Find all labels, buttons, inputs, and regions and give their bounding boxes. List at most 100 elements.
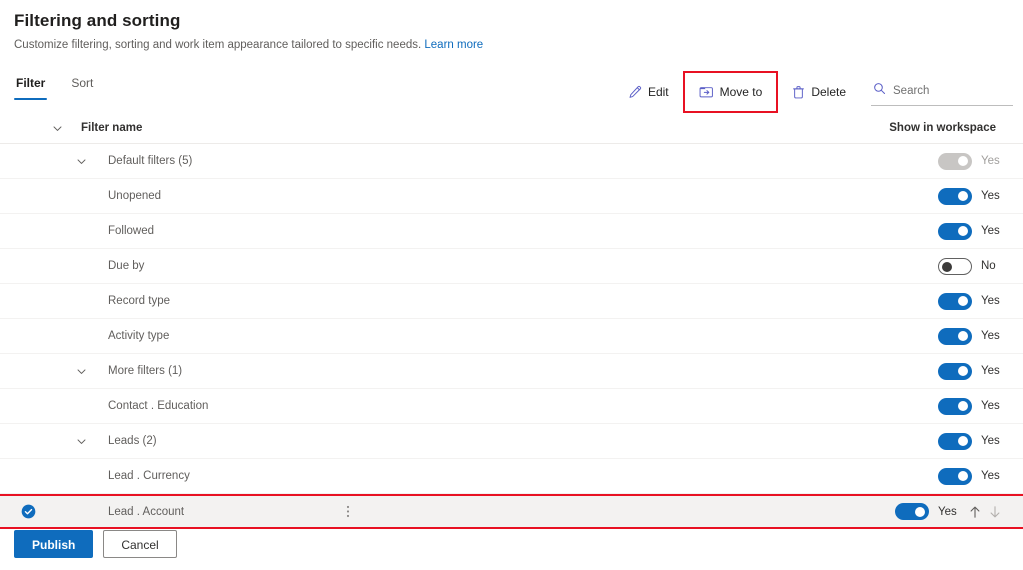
column-header-show-in-workspace: Show in workspace — [889, 122, 996, 134]
row-label: More filters (1) — [108, 365, 183, 377]
show-in-workspace-toggle[interactable] — [895, 503, 929, 520]
table-row[interactable]: Default filters (5) Yes — [0, 144, 1023, 179]
show-in-workspace-toggle[interactable] — [938, 432, 972, 450]
delete-button[interactable]: Delete — [783, 78, 855, 106]
toggle-state-label: Yes — [981, 155, 1000, 167]
move-to-folder-icon — [699, 85, 714, 99]
column-header-filter-name: Filter name — [81, 122, 143, 134]
toggle-state-label: Yes — [981, 225, 1000, 237]
table-row[interactable]: Lead . Currency Yes — [0, 459, 1023, 494]
show-in-workspace-toggle[interactable] — [938, 467, 972, 485]
footer-actions: Publish Cancel — [14, 530, 177, 558]
filtering-and-sorting-page: Filtering and sorting Customize filterin… — [0, 0, 1023, 570]
tab-sort[interactable]: Sort — [69, 71, 95, 100]
row-workspace-controls: Yes — [938, 467, 1001, 485]
row-workspace-controls: Yes — [938, 222, 1001, 240]
command-bar: Edit Move to Delete Search — [613, 71, 1023, 113]
row-label: Contact . Education — [108, 400, 209, 412]
collapse-all-chevron-icon[interactable] — [52, 123, 63, 134]
row-more-options-icon[interactable] — [346, 504, 350, 519]
edit-command-wrap: Edit — [613, 72, 684, 112]
group-expand-chevron-icon[interactable] — [76, 156, 87, 167]
tab-filter[interactable]: Filter — [14, 71, 48, 100]
row-label: Leads (2) — [108, 435, 157, 447]
table-row[interactable]: Leads (2) Yes — [0, 424, 1023, 459]
group-expand-chevron-icon[interactable] — [76, 366, 87, 377]
toggle-knob — [958, 366, 968, 376]
delete-command-wrap: Delete — [777, 72, 861, 112]
move-to-highlight-box: Move to — [682, 71, 779, 113]
toggle-state-label: Yes — [981, 330, 1000, 342]
toggle-state-label: Yes — [981, 470, 1000, 482]
toggle-state-label: Yes — [981, 295, 1000, 307]
toggle-knob — [958, 191, 968, 201]
cancel-button[interactable]: Cancel — [103, 530, 177, 558]
row-workspace-controls: No — [938, 257, 1001, 275]
learn-more-link[interactable]: Learn more — [424, 39, 483, 51]
table-row[interactable]: Contact . Education Yes — [0, 389, 1023, 424]
search-box[interactable] — [871, 78, 1013, 106]
show-in-workspace-toggle — [938, 152, 972, 170]
page-title: Filtering and sorting — [14, 11, 181, 30]
show-in-workspace-toggle[interactable] — [938, 327, 972, 345]
tab-and-command-bar: Filter Sort Edit Move to Delete Search — [0, 71, 1023, 113]
toggle-state-label: Yes — [938, 505, 957, 518]
group-expand-chevron-icon[interactable] — [76, 436, 87, 447]
delete-label: Delete — [811, 85, 846, 99]
table-row[interactable]: Due by No — [0, 249, 1023, 284]
table-header-row: Filter name Show in workspace — [0, 113, 1023, 144]
move-to-button[interactable]: Move to — [690, 78, 772, 106]
row-selected-check-icon[interactable] — [21, 504, 36, 519]
row-label: Lead . Currency — [108, 470, 190, 482]
edit-button[interactable]: Edit — [619, 78, 678, 106]
row-label: Activity type — [108, 330, 170, 342]
row-workspace-controls: Yes — [938, 292, 1001, 310]
row-reorder-arrows — [969, 505, 1001, 519]
trash-icon — [792, 85, 805, 99]
table-row[interactable]: Record type Yes — [0, 284, 1023, 319]
toggle-state-label: Yes — [981, 365, 1000, 377]
move-up-icon[interactable] — [969, 505, 981, 519]
toggle-knob — [958, 471, 968, 481]
row-workspace-controls: Yes — [938, 152, 1001, 170]
search-input[interactable] — [893, 85, 1011, 97]
row-label: Followed — [108, 225, 155, 237]
show-in-workspace-toggle[interactable] — [938, 257, 972, 275]
row-label: Due by — [108, 260, 145, 272]
toggle-state-label: Yes — [981, 400, 1000, 412]
show-in-workspace-toggle[interactable] — [938, 187, 972, 205]
toggle-knob — [958, 436, 968, 446]
table-row[interactable]: More filters (1) Yes — [0, 354, 1023, 389]
row-workspace-controls: Yes — [938, 362, 1001, 380]
table-row[interactable]: Activity type Yes — [0, 319, 1023, 354]
table-row[interactable]: Followed Yes — [0, 214, 1023, 249]
show-in-workspace-toggle[interactable] — [938, 397, 972, 415]
publish-button[interactable]: Publish — [14, 530, 94, 558]
show-in-workspace-toggle[interactable] — [938, 362, 972, 380]
toggle-state-label: Yes — [981, 190, 1000, 202]
table-row[interactable]: Unopened Yes — [0, 179, 1023, 214]
tab-list: Filter Sort — [14, 71, 95, 100]
row-workspace-controls: Yes — [938, 327, 1001, 345]
toggle-knob — [915, 506, 925, 517]
show-in-workspace-toggle[interactable] — [938, 292, 972, 310]
row-label: Lead . Account — [108, 505, 185, 518]
search-icon — [873, 82, 886, 100]
toggle-knob — [958, 331, 968, 341]
pencil-icon — [628, 85, 642, 99]
toggle-knob — [958, 156, 968, 166]
table-row[interactable]: Lead . Account Yes — [0, 494, 1023, 529]
row-workspace-controls: Yes — [938, 432, 1001, 450]
row-workspace-controls: Yes — [938, 187, 1001, 205]
edit-label: Edit — [647, 85, 669, 99]
row-label: Unopened — [108, 190, 162, 202]
move-down-icon[interactable] — [989, 505, 1001, 519]
row-label: Record type — [108, 295, 171, 307]
row-workspace-controls: Yes — [895, 503, 1001, 520]
table-body: Default filters (5) Yes Unopened Yes Followe… — [0, 144, 1023, 529]
page-subtitle: Customize filtering, sorting and work it… — [14, 37, 1023, 53]
page-subtitle-text: Customize filtering, sorting and work it… — [14, 39, 422, 51]
show-in-workspace-toggle[interactable] — [938, 222, 972, 240]
filters-table: Filter name Show in workspace Default fi… — [0, 113, 1023, 529]
toggle-knob — [942, 262, 952, 272]
